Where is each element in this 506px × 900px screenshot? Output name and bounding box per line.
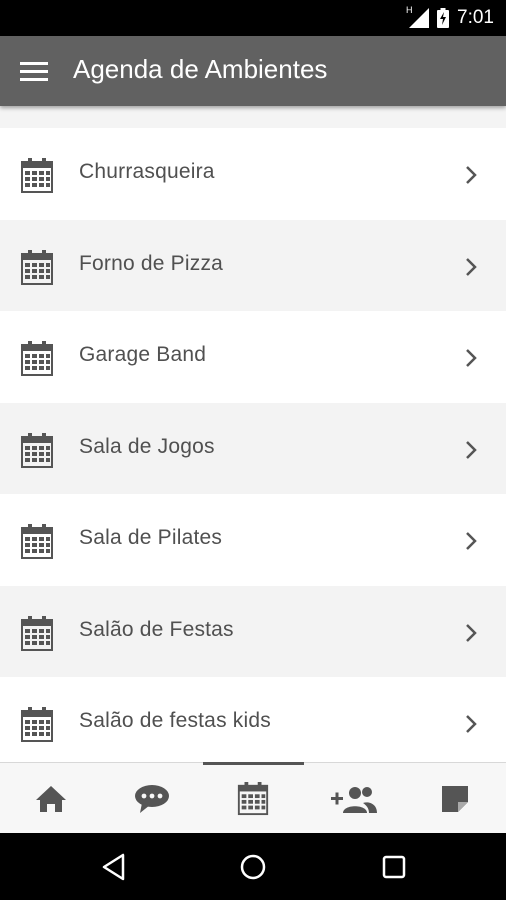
app-bar: Agenda de Ambientes xyxy=(0,36,506,106)
nav-calendar[interactable] xyxy=(202,763,303,834)
chevron-right-icon xyxy=(466,349,477,367)
calendar-icon xyxy=(21,615,53,651)
system-home-button[interactable] xyxy=(235,849,271,885)
chevron-right-icon xyxy=(466,257,477,276)
recents-icon xyxy=(382,855,406,879)
chevron-right-icon xyxy=(466,715,477,733)
menu-icon xyxy=(20,62,48,81)
chevron-right-icon xyxy=(466,623,477,642)
chevron-right-icon xyxy=(466,532,477,550)
list-item-label: Forno de Pizza xyxy=(79,251,224,275)
calendar-icon xyxy=(21,341,53,376)
system-navigation-bar xyxy=(0,833,506,900)
nav-chat[interactable] xyxy=(101,763,202,834)
calendar-icon xyxy=(21,158,53,193)
calendar-icon xyxy=(237,781,268,815)
add-person-icon xyxy=(330,786,377,813)
status-bar: H 7:01 xyxy=(0,0,506,36)
battery-charging-icon xyxy=(437,8,450,28)
list-item-sala-de-pilates[interactable]: Sala de Pilates xyxy=(0,494,506,586)
list-item-salao-de-festas-kids[interactable]: Salão de festas kids xyxy=(0,677,506,769)
list-item-churrasqueira[interactable]: Churrasqueira xyxy=(0,128,506,220)
system-recents-button[interactable] xyxy=(376,849,412,885)
bottom-navigation xyxy=(0,762,506,834)
status-icons: H 7:01 xyxy=(406,0,494,36)
list-item-label: Churrasqueira xyxy=(79,160,215,183)
calendar-icon xyxy=(21,249,53,285)
list-item-sala-de-jogos[interactable]: Sala de Jogos xyxy=(0,402,506,494)
list-item-garage-band[interactable]: Garage Band xyxy=(0,311,506,403)
status-time: 7:01 xyxy=(457,7,494,28)
network-type-label: H xyxy=(406,5,413,15)
menu-button[interactable] xyxy=(20,56,60,86)
home-circle-icon xyxy=(240,854,266,880)
chat-icon xyxy=(134,784,169,813)
nav-notes[interactable] xyxy=(404,763,505,834)
chevron-right-icon xyxy=(466,166,477,184)
list-item-salao-de-festas[interactable]: Salão de Festas xyxy=(0,585,506,677)
list-item-label: Sala de Pilates xyxy=(79,526,223,549)
nav-home[interactable] xyxy=(0,763,101,834)
list-item-forno-de-pizza[interactable]: Forno de Pizza xyxy=(0,219,506,311)
back-icon xyxy=(102,853,125,881)
list-item-label: Sala de Jogos xyxy=(79,434,215,458)
signal-icon: H xyxy=(406,5,430,28)
home-icon xyxy=(35,785,66,812)
calendar-icon xyxy=(21,432,53,468)
list-item-label: Garage Band xyxy=(79,343,207,366)
calendar-icon xyxy=(21,524,53,559)
calendar-icon xyxy=(21,707,53,742)
note-icon xyxy=(441,785,468,812)
list-item-label: Salão de Festas xyxy=(79,617,234,641)
list-item-label: Salão de festas kids xyxy=(79,709,271,732)
page-title: Agenda de Ambientes xyxy=(73,54,328,84)
ambientes-list: Churrasqueira Forno de Pizza Garage Band xyxy=(0,128,506,769)
nav-add-person[interactable] xyxy=(303,763,404,834)
chevron-right-icon xyxy=(466,440,477,459)
system-back-button[interactable] xyxy=(96,849,132,885)
